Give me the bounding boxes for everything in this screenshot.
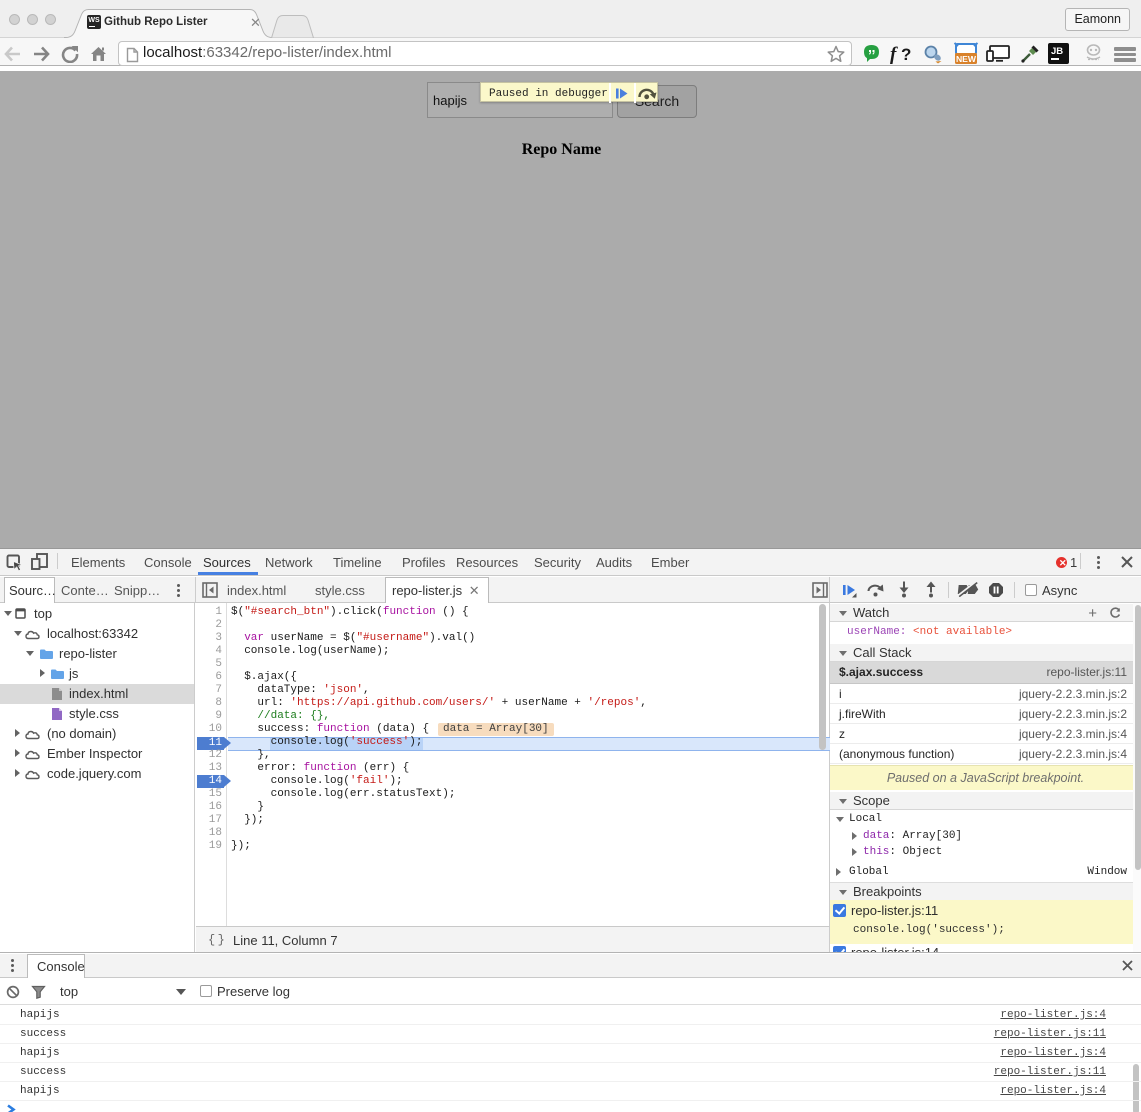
svg-text:NEW: NEW (956, 54, 977, 64)
